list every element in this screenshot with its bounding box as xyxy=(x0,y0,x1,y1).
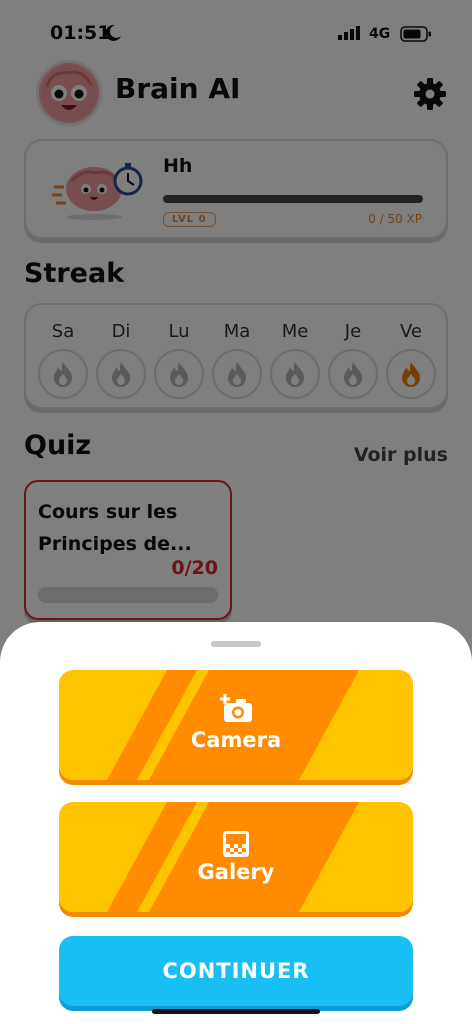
gallery-button[interactable]: Galery xyxy=(59,802,413,912)
home-indicator[interactable] xyxy=(152,1009,320,1014)
gallery-label: Galery xyxy=(197,860,275,884)
camera-button[interactable]: Camera xyxy=(59,670,413,780)
add-camera-icon xyxy=(216,688,256,728)
continue-button[interactable]: CONTINUER xyxy=(59,936,413,1006)
bottom-sheet: Camera Galery CONTINUER xyxy=(0,622,472,1024)
camera-label: Camera xyxy=(190,728,282,752)
sheet-handle[interactable] xyxy=(211,641,261,647)
gallery-icon xyxy=(216,824,256,864)
